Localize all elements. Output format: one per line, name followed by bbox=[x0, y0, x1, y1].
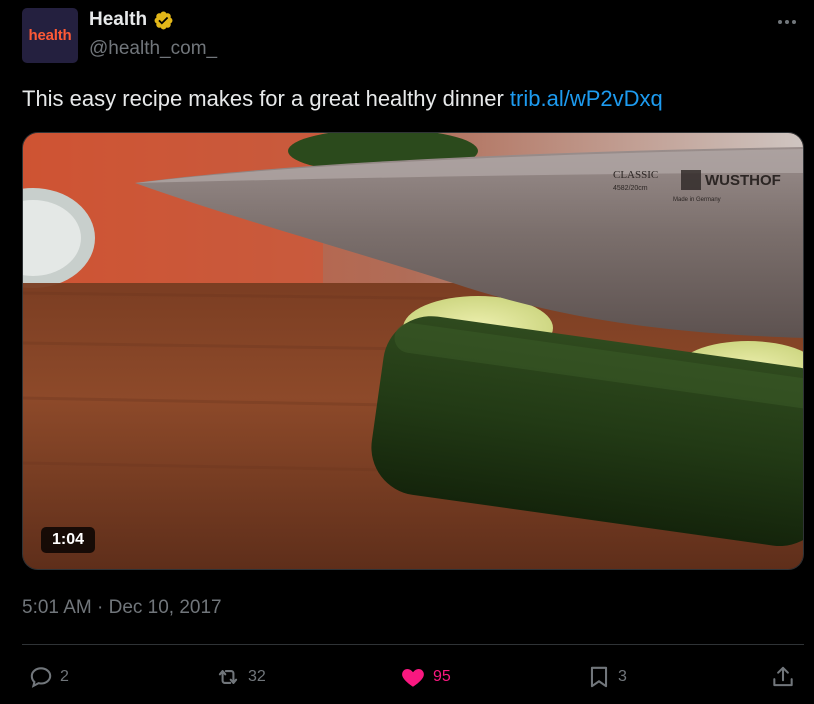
tweet-link[interactable]: trib.al/wP2vDxq bbox=[510, 86, 663, 111]
author-handle[interactable]: @health_com_ bbox=[89, 38, 217, 60]
knife-model-text: 4582/20cm bbox=[613, 185, 648, 192]
reply-count: 2 bbox=[60, 668, 69, 685]
video-player[interactable]: CLASSIC 4582/20cm WUSTHOF Made in German… bbox=[22, 132, 804, 570]
bookmark-button[interactable]: 3 bbox=[586, 660, 627, 694]
like-button[interactable]: 95 bbox=[399, 660, 451, 694]
retweet-icon bbox=[218, 670, 238, 684]
more-dot-icon bbox=[785, 20, 789, 24]
avatar-logo-text: health bbox=[28, 27, 72, 44]
like-count: 95 bbox=[433, 668, 451, 685]
tweet-timestamp[interactable]: 5:01 AM · Dec 10, 2017 bbox=[22, 597, 222, 619]
action-bar: 2 32 95 3 bbox=[22, 660, 804, 694]
share-upload-icon bbox=[773, 666, 793, 687]
author-display-name[interactable]: Health bbox=[89, 9, 147, 31]
heart-filled-icon bbox=[402, 668, 424, 687]
author-name-row: Health bbox=[89, 9, 174, 31]
speech-bubble-icon bbox=[30, 667, 52, 688]
knife-brand-text: WUSTHOF bbox=[705, 172, 781, 189]
share-button[interactable] bbox=[770, 660, 796, 694]
video-thumbnail: CLASSIC 4582/20cm WUSTHOF Made in German… bbox=[23, 133, 803, 569]
knife-origin-text: Made in Germany bbox=[673, 197, 721, 203]
avatar[interactable]: health bbox=[22, 8, 78, 63]
more-dot-icon bbox=[778, 20, 782, 24]
knife-line-text: CLASSIC bbox=[613, 169, 658, 181]
more-dot-icon bbox=[792, 20, 796, 24]
divider bbox=[22, 644, 804, 645]
verified-badge-icon[interactable] bbox=[153, 10, 174, 31]
reply-button[interactable]: 2 bbox=[28, 660, 69, 694]
bookmark-icon bbox=[590, 666, 608, 688]
bookmark-count: 3 bbox=[618, 668, 627, 685]
more-options-button[interactable] bbox=[773, 12, 801, 32]
video-duration-badge: 1:04 bbox=[41, 527, 96, 553]
retweet-button[interactable]: 32 bbox=[214, 660, 266, 694]
tweet-body: This easy recipe makes for a great healt… bbox=[22, 86, 510, 111]
tweet-text: This easy recipe makes for a great healt… bbox=[22, 86, 663, 112]
retweet-count: 32 bbox=[248, 668, 266, 685]
